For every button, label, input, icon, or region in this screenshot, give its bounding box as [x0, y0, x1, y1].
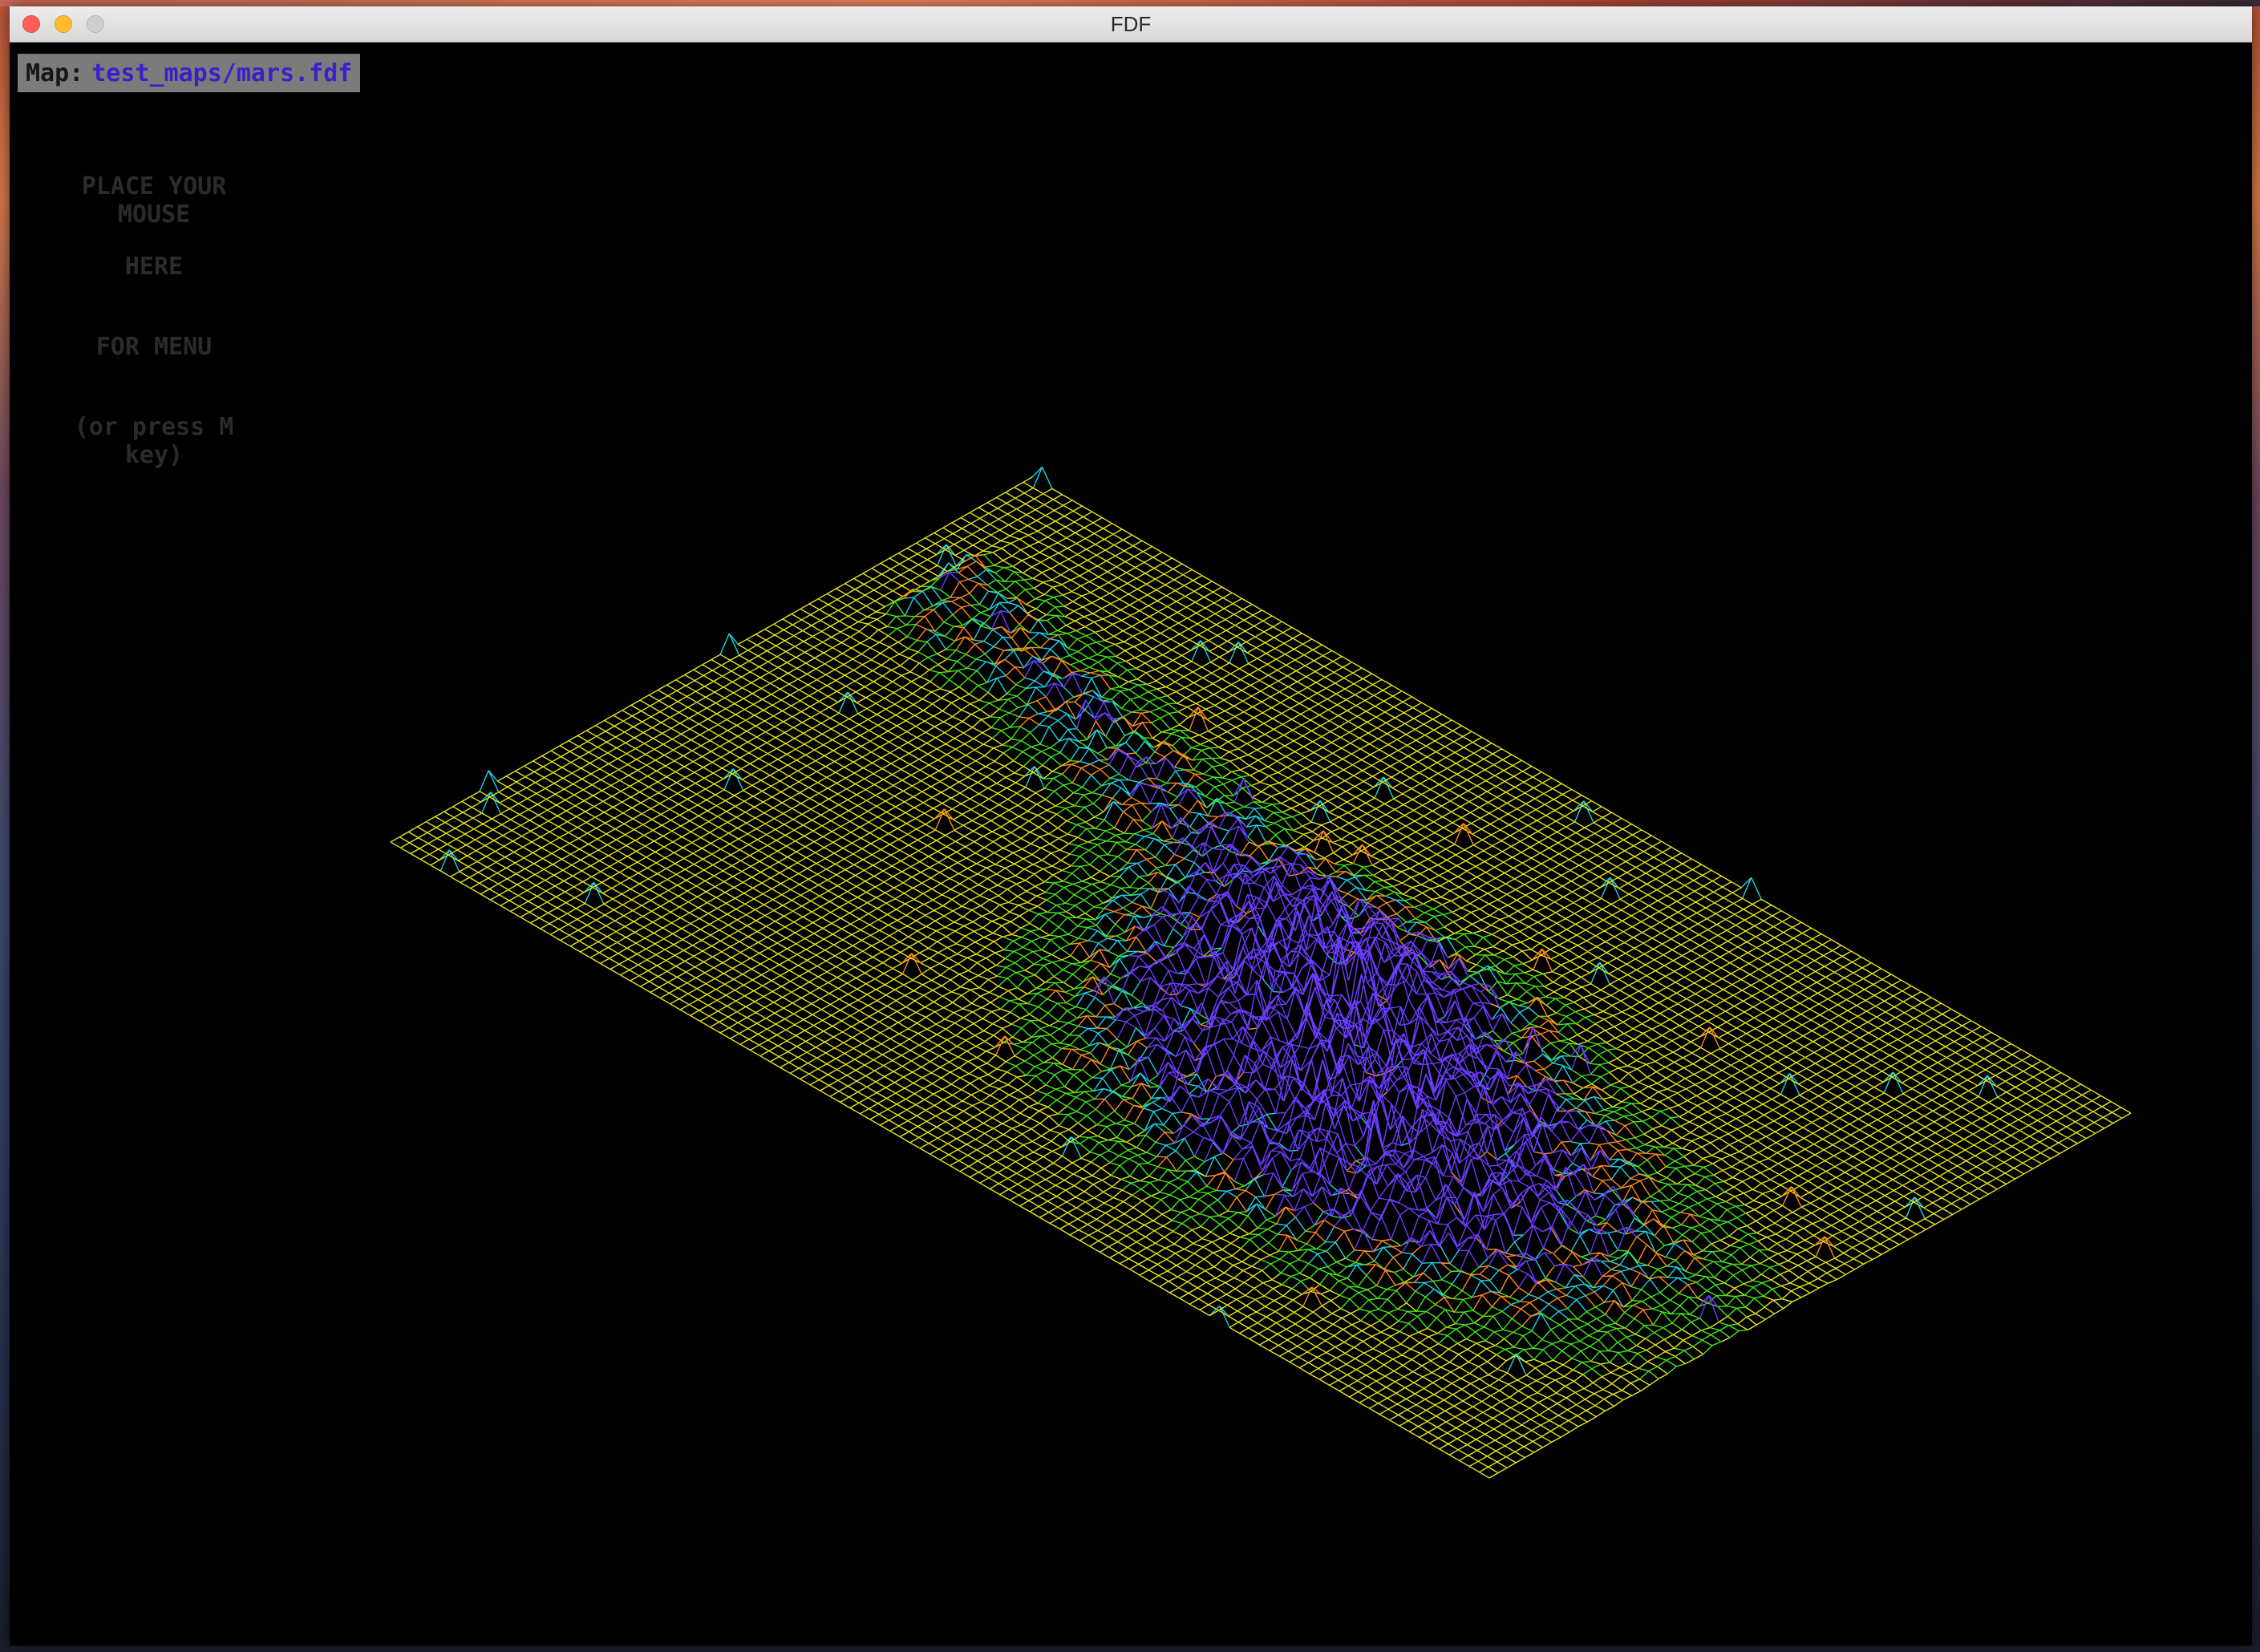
menu-hint-line-3: FOR MENU	[95, 333, 213, 361]
title-bar[interactable]: FDF	[10, 6, 2252, 43]
map-info-box: Map: test_maps/mars.fdf	[18, 54, 361, 92]
wireframe-edges	[939, 571, 1719, 1322]
map-label: Map:	[26, 59, 84, 87]
wireframe-map	[390, 466, 2132, 1479]
menu-hint-line-1: PLACE YOUR MOUSE	[81, 172, 227, 229]
menu-hint-line-2: HERE	[124, 253, 184, 281]
menu-hint-line-4: (or press M key)	[74, 413, 234, 469]
window-title: FDF	[1110, 12, 1152, 36]
render-canvas[interactable]: Map: test_maps/mars.fdf PLACE YOUR MOUSE…	[10, 43, 2252, 1646]
map-path: test_maps/mars.fdf	[91, 59, 353, 87]
fdf-window: FDF Map: test_maps/mars.fdf PLACE YOUR M…	[10, 6, 2252, 1646]
desktop-background-strip	[0, 0, 2260, 6]
